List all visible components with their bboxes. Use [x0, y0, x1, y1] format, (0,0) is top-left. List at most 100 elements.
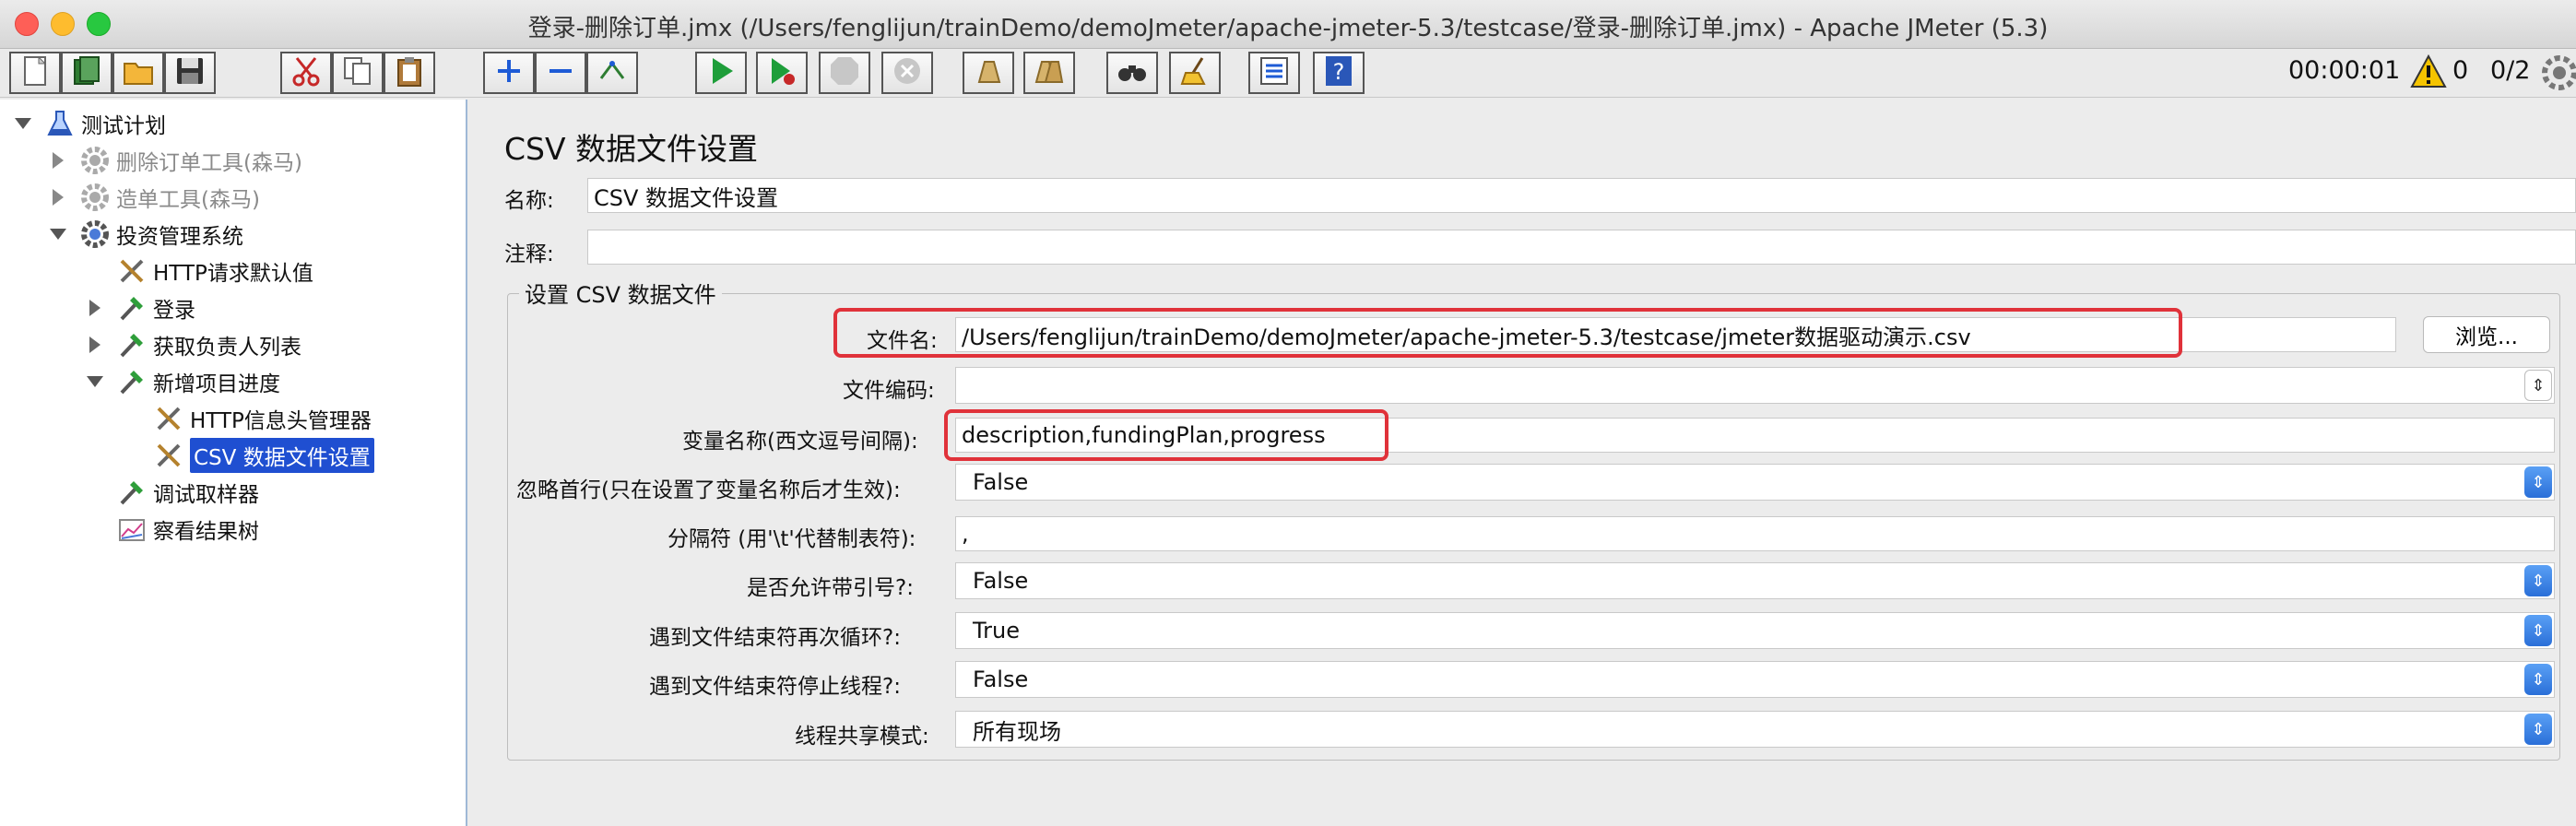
allow-quoted-combo[interactable]: False ⇕: [955, 562, 2555, 599]
cut-button[interactable]: [280, 52, 332, 94]
warning-icon[interactable]: [2410, 53, 2447, 93]
sharing-mode-value: 所有现场: [973, 718, 1061, 745]
stop-button[interactable]: [819, 52, 870, 94]
tree-node-label: 造单工具(森马): [116, 188, 260, 212]
help-button[interactable]: ?: [1313, 52, 1365, 94]
tree-node-selected[interactable]: CSV 数据文件设置: [153, 438, 374, 473]
sharing-mode-combo[interactable]: 所有现场 ⇕: [955, 711, 2555, 748]
copy-icon: [341, 54, 374, 91]
chevron-updown-icon[interactable]: ⇕: [2524, 664, 2552, 695]
split-pane-divider[interactable]: [467, 100, 479, 826]
tree-node-sampler[interactable]: 调试取样器: [116, 475, 259, 510]
filename-highlight: [833, 308, 2182, 358]
expand-toggle-icon[interactable]: [15, 118, 31, 129]
search-button[interactable]: [1106, 52, 1158, 94]
chevron-updown-icon[interactable]: ⇕: [2524, 714, 2552, 745]
encoding-label: 文件编码:: [843, 379, 935, 403]
collapse-button[interactable]: [535, 52, 586, 94]
wrench-icon: [116, 255, 148, 287]
tree-node-label: HTTP请求默认值: [153, 262, 313, 286]
clear-all-button[interactable]: [1023, 52, 1075, 94]
tree-node-sampler[interactable]: 登录: [116, 290, 195, 325]
open-button[interactable]: [112, 52, 164, 94]
tree-node-label: 调试取样器: [153, 483, 259, 507]
expand-toggle-icon[interactable]: [53, 189, 64, 206]
stop-icon: [828, 54, 861, 91]
save-icon: [173, 54, 207, 91]
gear-icon: [79, 182, 111, 213]
name-field[interactable]: CSV 数据文件设置: [587, 178, 2576, 213]
start-icon: [704, 54, 738, 91]
tree-node-config[interactable]: HTTP请求默认值: [116, 254, 313, 289]
shutdown-button[interactable]: [881, 52, 933, 94]
templates-button[interactable]: [61, 52, 112, 94]
tree-node-test-plan[interactable]: 测试计划: [44, 106, 166, 141]
stop-thread-on-eof-combo[interactable]: False ⇕: [955, 661, 2555, 698]
active-threads: 0/2: [2490, 56, 2531, 85]
chart-icon: [116, 513, 148, 545]
tree-node-thread-group[interactable]: 删除订单工具(森马): [79, 143, 302, 178]
comment-field[interactable]: [587, 230, 2576, 265]
cut-icon: [290, 54, 323, 91]
paste-icon: [393, 54, 426, 91]
expand-toggle-icon[interactable]: [89, 336, 100, 353]
collapse-icon: [544, 54, 577, 91]
allow-quoted-label: 是否允许带引号?:: [747, 576, 914, 600]
function-helper-button[interactable]: [1248, 52, 1300, 94]
tree-node-sampler[interactable]: 获取负责人列表: [116, 327, 301, 362]
delimiter-field[interactable]: ,: [955, 516, 2555, 551]
expand-toggle-icon[interactable]: [50, 229, 66, 240]
recycle-on-eof-combo[interactable]: True ⇕: [955, 612, 2555, 649]
reset-search-button[interactable]: [1169, 52, 1221, 94]
gear-icon: [79, 218, 111, 250]
open-icon: [122, 54, 155, 91]
start-button[interactable]: [695, 52, 747, 94]
flask-icon: [44, 108, 76, 139]
tree-node-listener[interactable]: 察看结果树: [116, 512, 259, 547]
chevron-updown-icon[interactable]: ⇕: [2524, 615, 2552, 646]
tree-node-label: 删除订单工具(森马): [116, 151, 302, 175]
save-button[interactable]: [164, 52, 216, 94]
search-icon: [1116, 54, 1149, 91]
copy-button[interactable]: [332, 52, 384, 94]
tree-node-config[interactable]: HTTP信息头管理器: [153, 401, 372, 436]
wrench-icon: [153, 403, 184, 434]
clear-button[interactable]: [963, 52, 1014, 94]
new-button[interactable]: [9, 52, 61, 94]
window-title: 登录-删除订单.jmx (/Users/fenglijun/trainDemo/…: [527, 15, 2049, 42]
start-no-pause-button[interactable]: [756, 52, 808, 94]
wrench-icon: [153, 440, 184, 471]
tree-node-sampler[interactable]: 新增项目进度: [116, 364, 280, 399]
group-title: 设置 CSV 数据文件: [519, 277, 722, 309]
chevron-updown-icon[interactable]: ⇕: [2524, 565, 2552, 596]
tree-node-label: CSV 数据文件设置: [190, 438, 374, 473]
tree-node-label: 获取负责人列表: [153, 336, 301, 360]
toggle-button[interactable]: [586, 52, 638, 94]
expand-toggle-icon[interactable]: [87, 376, 103, 387]
tree-node-label: HTTP信息头管理器: [190, 409, 372, 433]
help-icon: ?: [1322, 54, 1355, 91]
tree-node-thread-group[interactable]: 投资管理系统: [79, 217, 243, 252]
sampler-icon: [116, 366, 148, 397]
tree-node-thread-group[interactable]: 造单工具(森马): [79, 180, 260, 215]
encoding-combo[interactable]: ⇕: [955, 367, 2555, 404]
sampler-icon: [116, 329, 148, 360]
expand-toggle-icon[interactable]: [89, 300, 100, 316]
expand-button[interactable]: [483, 52, 535, 94]
paste-button[interactable]: [384, 52, 435, 94]
clear-icon: [972, 54, 1005, 91]
ignore-first-line-label: 忽略首行(只在设置了变量名称后才生效):: [516, 478, 901, 502]
name-label: 名称:: [504, 189, 554, 213]
ignore-first-line-combo[interactable]: False ⇕: [955, 464, 2555, 501]
browse-button[interactable]: 浏览...: [2423, 316, 2550, 353]
function-helper-icon: [1258, 54, 1291, 91]
tree-node-label: 登录: [153, 299, 195, 323]
toggle-icon: [596, 54, 629, 91]
chevron-updown-icon[interactable]: ⇕: [2524, 466, 2552, 498]
test-plan-tree: 测试计划 删除订单工具(森马) 造单工具(森马) 投资管理系统 HTTP请求默认…: [0, 100, 467, 826]
remote-gear-icon[interactable]: [2541, 54, 2576, 95]
gear-icon: [79, 145, 111, 176]
tree-node-label: 新增项目进度: [153, 372, 280, 396]
expand-toggle-icon[interactable]: [53, 152, 64, 169]
chevron-updown-icon[interactable]: ⇕: [2524, 370, 2552, 401]
